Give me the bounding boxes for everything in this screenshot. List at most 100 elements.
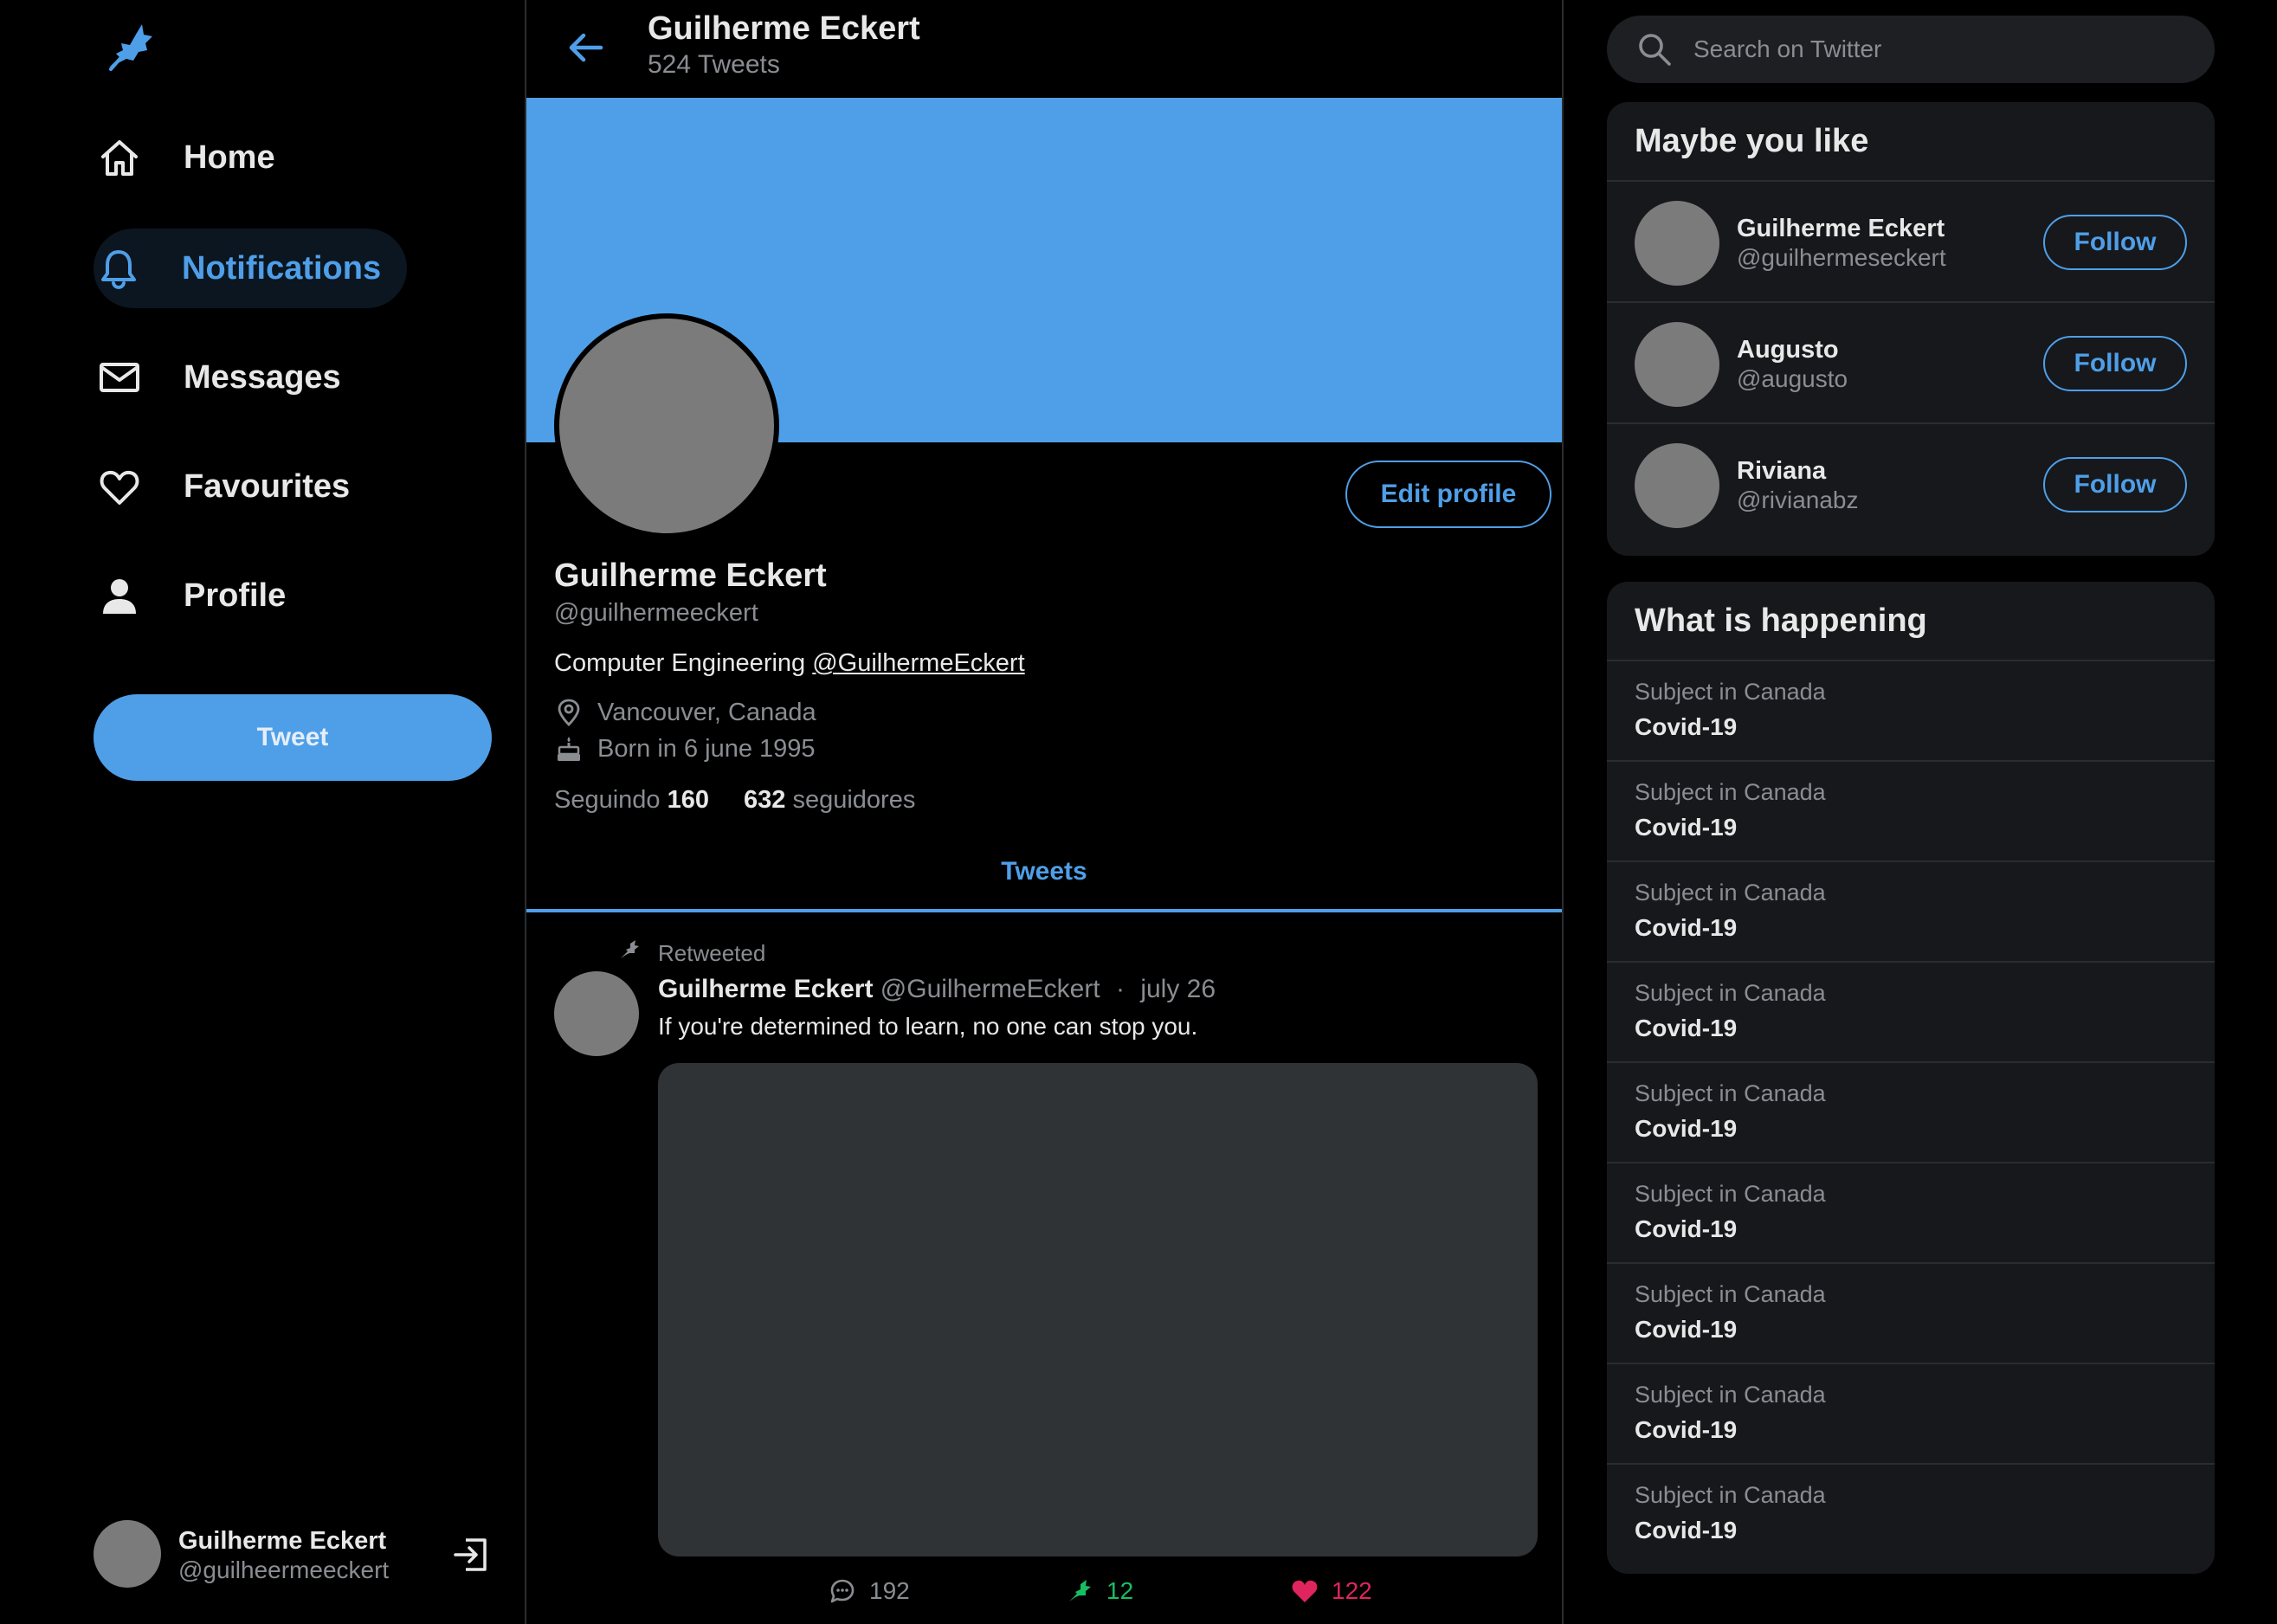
profile-bio: Computer Engineering @GuilhermeEckert <box>554 649 1025 678</box>
retweet-icon <box>1065 1576 1094 1606</box>
search-bar[interactable] <box>1607 16 2215 83</box>
account-name: Guilherme Eckert <box>178 1527 387 1555</box>
tab-active-indicator <box>526 909 1562 912</box>
trend-topic: Covid-19 <box>1635 1316 1738 1343</box>
trends-title: What is happening <box>1607 582 2215 661</box>
trend-category: Subject in Canada <box>1635 880 1826 905</box>
comment-icon <box>828 1576 857 1606</box>
avatar <box>1635 322 1719 407</box>
profile-avatar[interactable] <box>554 313 779 538</box>
trend-topic: Covid-19 <box>1635 1215 1738 1242</box>
envelope-icon <box>97 355 142 400</box>
retweet-count: 12 <box>1106 1577 1134 1604</box>
trend-item[interactable]: Subject in Canada Covid-19 <box>1607 1163 2215 1264</box>
back-arrow-icon[interactable] <box>564 26 608 69</box>
trend-category: Subject in Canada <box>1635 679 1826 705</box>
edit-profile-button[interactable]: Edit profile <box>1345 461 1551 528</box>
trend-category: Subject in Canada <box>1635 1080 1826 1106</box>
birthday-text: Born in 6 june 1995 <box>597 734 816 763</box>
trend-category: Subject in Canada <box>1635 1382 1826 1408</box>
suggestion-row[interactable]: Riviana @rivianabz Follow <box>1607 424 2215 545</box>
search-icon <box>1636 31 1673 68</box>
following-count: 160 <box>667 786 710 814</box>
nav-home-label: Home <box>184 139 275 176</box>
suggestion-name: Riviana <box>1737 457 1827 485</box>
trend-topic: Covid-19 <box>1635 814 1738 841</box>
following-link[interactable]: Seguindo 160 <box>554 786 709 814</box>
nav-favourites[interactable]: Favourites <box>94 447 376 526</box>
user-icon <box>97 573 142 618</box>
trend-topic: Covid-19 <box>1635 914 1738 941</box>
suggestion-name: Augusto <box>1737 336 1839 364</box>
bio-mention-link[interactable]: @GuilhermeEckert <box>812 649 1024 677</box>
tweet-card[interactable]: Retweeted Guilherme Eckert @GuilhermeEck… <box>526 914 1562 1624</box>
nav-home[interactable]: Home <box>94 118 301 197</box>
suggestion-name: Guilherme Eckert <box>1737 215 1945 242</box>
nav-messages[interactable]: Messages <box>94 338 367 417</box>
who-to-follow-card: Maybe you like Guilherme Eckert @guilher… <box>1607 102 2215 556</box>
following-label: Seguindo <box>554 786 661 814</box>
header-tweet-count: 524 Tweets <box>648 50 780 79</box>
location-text: Vancouver, Canada <box>597 698 816 726</box>
trend-item[interactable]: Subject in Canada Covid-19 <box>1607 1264 2215 1364</box>
cake-icon <box>554 734 584 764</box>
avatar[interactable] <box>554 971 639 1056</box>
tweet-date[interactable]: july 26 <box>1140 975 1216 1003</box>
trend-item[interactable]: Subject in Canada Covid-19 <box>1607 661 2215 762</box>
suggestion-handle: @augusto <box>1737 365 1848 392</box>
trend-item[interactable]: Subject in Canada Covid-19 <box>1607 963 2215 1063</box>
nav-notifications[interactable]: Notifications <box>94 229 407 308</box>
retweet-action[interactable]: 12 <box>1065 1572 1133 1610</box>
follow-button[interactable]: Follow <box>2043 336 2187 391</box>
bell-icon <box>97 246 140 291</box>
tweet-author-name[interactable]: Guilherme Eckert <box>658 975 873 1003</box>
like-action[interactable]: 122 <box>1290 1572 1372 1610</box>
trend-topic: Covid-19 <box>1635 1517 1738 1543</box>
profile-header: Guilherme Eckert 524 Tweets <box>526 0 1562 97</box>
trend-item[interactable]: Subject in Canada Covid-19 <box>1607 762 2215 862</box>
tab-tweets[interactable]: Tweets <box>526 831 1562 912</box>
tweet-separator: · <box>1115 975 1125 1003</box>
nav-notifications-label: Notifications <box>182 249 382 287</box>
suggestion-row[interactable]: Guilherme Eckert @guilhermeseckert Follo… <box>1607 182 2215 303</box>
tweet-button[interactable]: Tweet <box>94 694 492 781</box>
profile-name: Guilherme Eckert <box>554 557 827 594</box>
account-switcher[interactable]: Guilherme Eckert @guilheermeeckert <box>94 1520 500 1589</box>
follow-button[interactable]: Follow <box>2043 215 2187 270</box>
profile-location: Vancouver, Canada <box>554 696 816 729</box>
tweet-author-handle: @GuilhermeEckert <box>880 975 1100 1003</box>
nav-messages-label: Messages <box>184 358 341 396</box>
trend-topic: Covid-19 <box>1635 1416 1738 1443</box>
logout-icon[interactable] <box>452 1536 490 1574</box>
heart-icon <box>97 464 142 509</box>
trend-item[interactable]: Subject in Canada Covid-19 <box>1607 1364 2215 1465</box>
profile-handle: @guilhermeeckert <box>554 599 758 627</box>
nav-favourites-label: Favourites <box>184 467 351 505</box>
follow-button[interactable]: Follow <box>2043 457 2187 512</box>
trend-topic: Covid-19 <box>1635 1015 1738 1041</box>
main-column: Guilherme Eckert 524 Tweets Edit profile… <box>525 0 1564 1624</box>
retweeted-label: Retweeted <box>658 940 766 966</box>
tweet-actions: 192 <box>821 1572 1513 1610</box>
trend-category: Subject in Canada <box>1635 1181 1826 1207</box>
suggestion-row[interactable]: Augusto @augusto Follow <box>1607 303 2215 424</box>
avatar <box>94 1520 161 1588</box>
left-sidebar: Home Notifications Messages Favourites P… <box>0 0 525 1624</box>
tweet-media[interactable] <box>658 1063 1538 1556</box>
suggestion-handle: @rivianabz <box>1737 487 1859 513</box>
avatar <box>1635 443 1719 528</box>
like-count: 122 <box>1332 1577 1372 1604</box>
reply-button[interactable]: 192 <box>828 1572 910 1610</box>
nav-profile[interactable]: Profile <box>94 556 312 635</box>
suggestions-title: Maybe you like <box>1607 102 2215 182</box>
trend-topic: Covid-19 <box>1635 1115 1738 1142</box>
followers-link[interactable]: 632 seguidores <box>744 786 915 814</box>
profile-birthday: Born in 6 june 1995 <box>554 732 816 765</box>
trend-item[interactable]: Subject in Canada Covid-19 <box>1607 1063 2215 1163</box>
trend-item[interactable]: Subject in Canada Covid-19 <box>1607 862 2215 963</box>
bird-icon[interactable] <box>102 19 159 76</box>
followers-label: seguidores <box>792 786 916 814</box>
search-input[interactable] <box>1692 35 2180 64</box>
trend-topic: Covid-19 <box>1635 713 1738 740</box>
trend-item[interactable]: Subject in Canada Covid-19 <box>1607 1465 2215 1565</box>
